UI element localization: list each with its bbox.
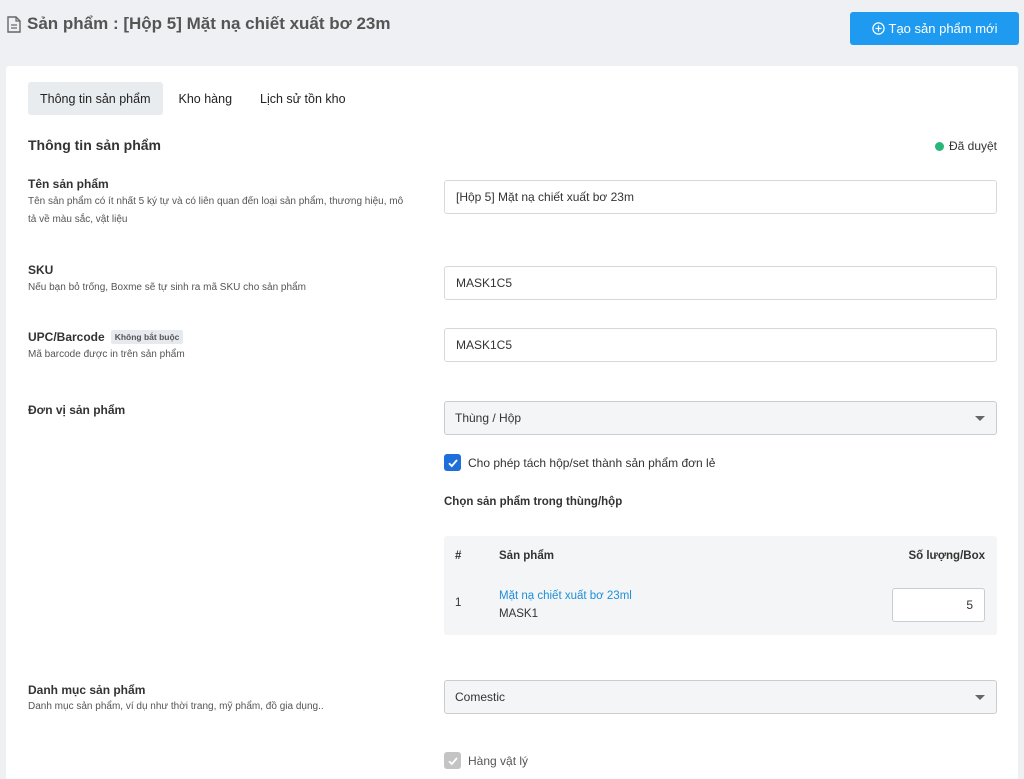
- product-name-input[interactable]: [Hộp 5] Mặt nạ chiết xuất bơ 23m: [444, 180, 997, 214]
- product-sku: MASK1: [499, 608, 538, 620]
- column-header-product: Sản phẩm: [499, 550, 554, 562]
- column-header-quantity: Số lượng/Box: [908, 550, 985, 562]
- physical-goods-checkbox-row: Hàng vật lý: [444, 752, 528, 769]
- physical-goods-label: Hàng vật lý: [468, 753, 529, 768]
- product-name-label: Tên sản phẩm: [28, 177, 109, 191]
- chevron-down-icon: [975, 695, 985, 700]
- quantity-input[interactable]: 5: [892, 588, 985, 622]
- status-badge: Đã duyệt: [934, 139, 997, 153]
- physical-goods-checkbox[interactable]: [444, 752, 461, 769]
- checkmark-icon: [447, 458, 458, 467]
- category-hint: Danh mục sản phẩm, ví dụ như thời trang,…: [28, 701, 324, 712]
- tab-product-info[interactable]: Thông tin sản phẩm: [28, 82, 163, 115]
- optional-badge: Không bắt buộc: [110, 330, 184, 344]
- document-icon: [7, 16, 21, 33]
- unit-label: Đơn vị sản phẩm: [28, 403, 126, 417]
- category-select-value: Comestic: [455, 690, 506, 704]
- tab-bar: Thông tin sản phẩm Kho hàng Lịch sử tồn …: [28, 82, 358, 115]
- split-box-checkbox-label: Cho phép tách hộp/set thành sản phẩm đơn…: [468, 455, 716, 470]
- tab-inventory-history[interactable]: Lịch sử tồn kho: [248, 82, 358, 115]
- chevron-down-icon: [975, 416, 985, 421]
- product-name-hint: Tên sản phẩm có ít nhất 5 ký tự và có li…: [28, 196, 404, 225]
- category-select[interactable]: Comestic: [444, 680, 997, 714]
- unit-select[interactable]: Thùng / Hộp: [444, 401, 997, 435]
- barcode-label: UPC/Barcode Không bắt buộc: [28, 330, 184, 344]
- sku-hint: Nếu bạn bỏ trống, Boxme sẽ tự sinh ra mã…: [28, 282, 306, 293]
- tab-warehouse[interactable]: Kho hàng: [167, 82, 245, 115]
- box-products-table: # Sản phẩm Số lượng/Box 1 Mặt nạ chiết x…: [444, 536, 997, 635]
- row-index: 1: [455, 597, 462, 609]
- category-label: Danh mục sản phẩm: [28, 683, 146, 697]
- checkmark-icon: [447, 756, 458, 765]
- split-box-checkbox-row: Cho phép tách hộp/set thành sản phẩm đơn…: [444, 454, 715, 471]
- create-product-label: Tạo sản phẩm mới: [888, 21, 998, 36]
- barcode-hint: Mã barcode được in trên sản phẩm: [28, 349, 185, 360]
- sku-label: SKU: [28, 263, 54, 277]
- status-dot-icon: [934, 141, 944, 151]
- sku-input[interactable]: MASK1C5: [444, 266, 997, 300]
- page-title: Sản phẩm : [Hộp 5] Mặt nạ chiết xuất bơ …: [27, 14, 391, 33]
- status-label: Đã duyệt: [948, 139, 997, 153]
- page-header: Sản phẩm : [Hộp 5] Mặt nạ chiết xuất bơ …: [0, 0, 1024, 62]
- section-title: Thông tin sản phẩm: [28, 137, 161, 153]
- create-product-button[interactable]: Tạo sản phẩm mới: [850, 12, 1019, 45]
- plus-circle-icon: [871, 22, 885, 35]
- box-products-title: Chọn sản phẩm trong thùng/hộp: [444, 496, 623, 508]
- unit-select-value: Thùng / Hộp: [455, 411, 522, 425]
- product-link[interactable]: Mặt nạ chiết xuất bơ 23ml: [499, 590, 632, 602]
- split-box-checkbox[interactable]: [444, 454, 461, 471]
- barcode-label-text: UPC/Barcode: [28, 330, 105, 344]
- column-header-index: #: [455, 550, 462, 562]
- barcode-input[interactable]: MASK1C5: [444, 328, 997, 362]
